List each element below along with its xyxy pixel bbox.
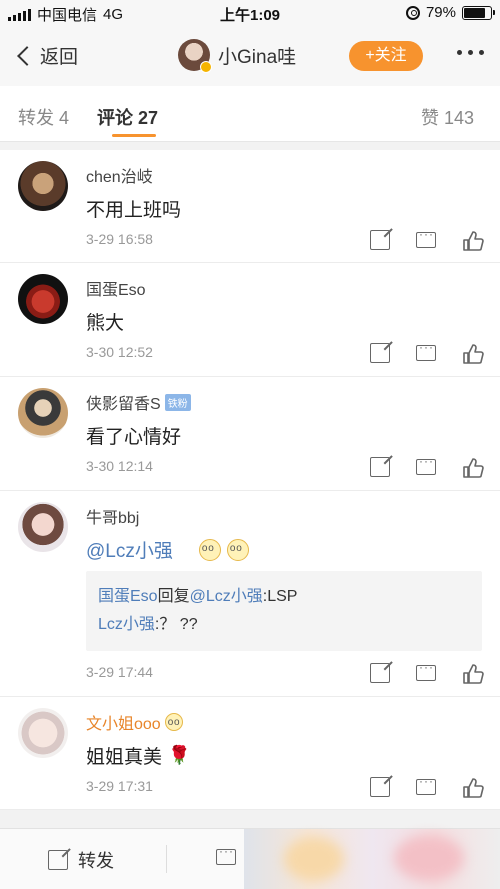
reply-target[interactable]: @Lcz小强 bbox=[190, 588, 263, 605]
reply-icon[interactable] bbox=[416, 660, 436, 681]
share-icon[interactable] bbox=[370, 230, 390, 250]
comment-list: chen治岐 不用上班吗 3-29 16:58 国蛋Eso 熊大 3-30 12… bbox=[0, 150, 500, 810]
comment-actions bbox=[370, 340, 484, 364]
comment-time: 3-29 17:31 bbox=[86, 778, 153, 794]
comment-text: 不用上班吗 bbox=[86, 195, 181, 222]
comment-author[interactable]: 文小姐ooo bbox=[86, 710, 183, 734]
share-icon[interactable] bbox=[370, 457, 390, 477]
like-icon[interactable] bbox=[462, 230, 484, 251]
reply-icon[interactable] bbox=[416, 774, 436, 795]
rotation-lock-icon bbox=[405, 5, 420, 20]
comment-body: 不用上班吗 bbox=[86, 200, 182, 221]
verified-badge-icon bbox=[200, 61, 212, 73]
comment-author-name[interactable]: 侠影留香S bbox=[86, 390, 161, 414]
comment-author[interactable]: 牛哥bbj bbox=[86, 504, 139, 528]
post-author[interactable]: 小Gina哇 bbox=[178, 39, 296, 73]
comment-body: 熊大 bbox=[86, 313, 125, 334]
comment-author[interactable]: 侠影留香S 铁粉 bbox=[86, 390, 191, 414]
like-icon[interactable] bbox=[462, 663, 484, 684]
comment-author[interactable]: chen治岐 bbox=[86, 163, 153, 187]
glasses-emoji-icon bbox=[198, 538, 221, 561]
reply-icon[interactable] bbox=[416, 454, 436, 475]
reply-line: Lcz小强:？ ?? bbox=[98, 611, 470, 639]
tab-repost[interactable]: 转发 4 bbox=[18, 104, 69, 130]
back-label: 返回 bbox=[40, 47, 79, 68]
comment-actions bbox=[370, 454, 484, 478]
active-tab-indicator bbox=[112, 134, 156, 137]
repost-label: 转发 bbox=[78, 851, 114, 871]
comment-body: 姐姐真美 bbox=[86, 747, 163, 768]
comment-author-name[interactable]: chen治岐 bbox=[86, 163, 153, 187]
reply-user[interactable]: 国蛋Eso bbox=[98, 588, 158, 605]
comment-text: 看了心情好 bbox=[86, 422, 181, 449]
comment-item: 牛哥bbj @Lcz小强 国蛋Eso回复@Lcz小强:LSP Lcz小强:？ ?… bbox=[0, 491, 500, 697]
comment-time: 3-30 12:14 bbox=[86, 458, 153, 474]
comment-text: @Lcz小强 bbox=[86, 536, 249, 563]
avatar[interactable] bbox=[18, 388, 68, 438]
reply-icon[interactable] bbox=[416, 227, 436, 248]
status-right: 79% bbox=[405, 4, 495, 21]
comment-item: 侠影留香S 铁粉 看了心情好 3-30 12:14 bbox=[0, 377, 500, 491]
comment-actions bbox=[370, 227, 484, 251]
comment-author-name[interactable]: 牛哥bbj bbox=[86, 504, 139, 528]
avatar[interactable] bbox=[18, 274, 68, 324]
reply-text: :？ ?? bbox=[154, 616, 198, 633]
comment-actions bbox=[370, 774, 484, 798]
back-button[interactable]: 返回 bbox=[12, 42, 78, 69]
avatar[interactable] bbox=[18, 161, 68, 211]
battery-icon bbox=[462, 5, 495, 20]
avatar[interactable] bbox=[178, 39, 212, 73]
comment-item: 国蛋Eso 熊大 3-30 12:52 bbox=[0, 263, 500, 377]
divider bbox=[166, 845, 167, 873]
comment-icon bbox=[216, 844, 236, 865]
avatar[interactable] bbox=[18, 708, 68, 758]
comment-body: 看了心情好 bbox=[86, 427, 182, 448]
reply-user[interactable]: Lcz小强 bbox=[98, 616, 155, 633]
like-icon[interactable] bbox=[462, 343, 484, 364]
comment-time: 3-30 12:52 bbox=[86, 344, 153, 360]
share-icon[interactable] bbox=[370, 343, 390, 363]
reply-verb: 回复 bbox=[157, 588, 190, 605]
share-icon[interactable] bbox=[370, 777, 390, 797]
share-icon bbox=[48, 850, 68, 870]
comment-author-name[interactable]: 文小姐ooo bbox=[86, 710, 161, 734]
comment-actions bbox=[370, 660, 484, 684]
reply-icon[interactable] bbox=[416, 340, 436, 361]
status-bar: 中国电信 4G 上午1:09 79% bbox=[0, 0, 500, 28]
more-options-icon[interactable] bbox=[457, 50, 484, 55]
comment-author[interactable]: 国蛋Eso bbox=[86, 276, 146, 300]
battery-percent: 79% bbox=[425, 4, 456, 21]
avatar[interactable] bbox=[18, 502, 68, 552]
reply-text: :LSP bbox=[262, 588, 298, 605]
comment-item: chen治岐 不用上班吗 3-29 16:58 bbox=[0, 150, 500, 263]
like-effect-overlay[interactable] bbox=[244, 829, 500, 889]
chevron-left-icon bbox=[17, 45, 37, 66]
comment-time: 3-29 16:58 bbox=[86, 231, 153, 247]
comment-text: 姐姐真美 🌹 bbox=[86, 742, 190, 769]
glasses-emoji-icon bbox=[226, 538, 249, 561]
comment-text: 熊大 bbox=[86, 308, 124, 335]
rose-icon: 🌹 bbox=[168, 745, 191, 765]
comment-author-name[interactable]: 国蛋Eso bbox=[86, 276, 146, 300]
comment-item: 文小姐ooo 姐姐真美 🌹 3-29 17:31 bbox=[0, 697, 500, 810]
follow-button[interactable]: +关注 bbox=[349, 41, 423, 71]
reply-line: 国蛋Eso回复@Lcz小强:LSP bbox=[98, 583, 470, 611]
fan-badge: 铁粉 bbox=[164, 393, 191, 411]
share-icon[interactable] bbox=[370, 663, 390, 683]
nav-bar: 返回 小Gina哇 +关注 bbox=[0, 28, 500, 86]
vip-emoji-icon bbox=[164, 713, 183, 731]
like-icon[interactable] bbox=[462, 777, 484, 798]
comment-time: 3-29 17:44 bbox=[86, 664, 153, 680]
mention-link[interactable]: @Lcz小强 bbox=[86, 536, 173, 563]
author-name[interactable]: 小Gina哇 bbox=[218, 42, 296, 69]
bottom-action-bar: 转发 bbox=[0, 828, 500, 889]
tab-comments[interactable]: 评论 27 bbox=[97, 104, 158, 130]
tab-likes[interactable]: 赞 143 bbox=[421, 104, 474, 130]
comment-button[interactable] bbox=[216, 844, 236, 865]
repost-button[interactable]: 转发 bbox=[48, 847, 114, 873]
reply-thread[interactable]: 国蛋Eso回复@Lcz小强:LSP Lcz小强:？ ?? bbox=[86, 571, 482, 651]
like-icon[interactable] bbox=[462, 457, 484, 478]
tab-bar: 转发 4 评论 27 赞 143 bbox=[0, 86, 500, 142]
